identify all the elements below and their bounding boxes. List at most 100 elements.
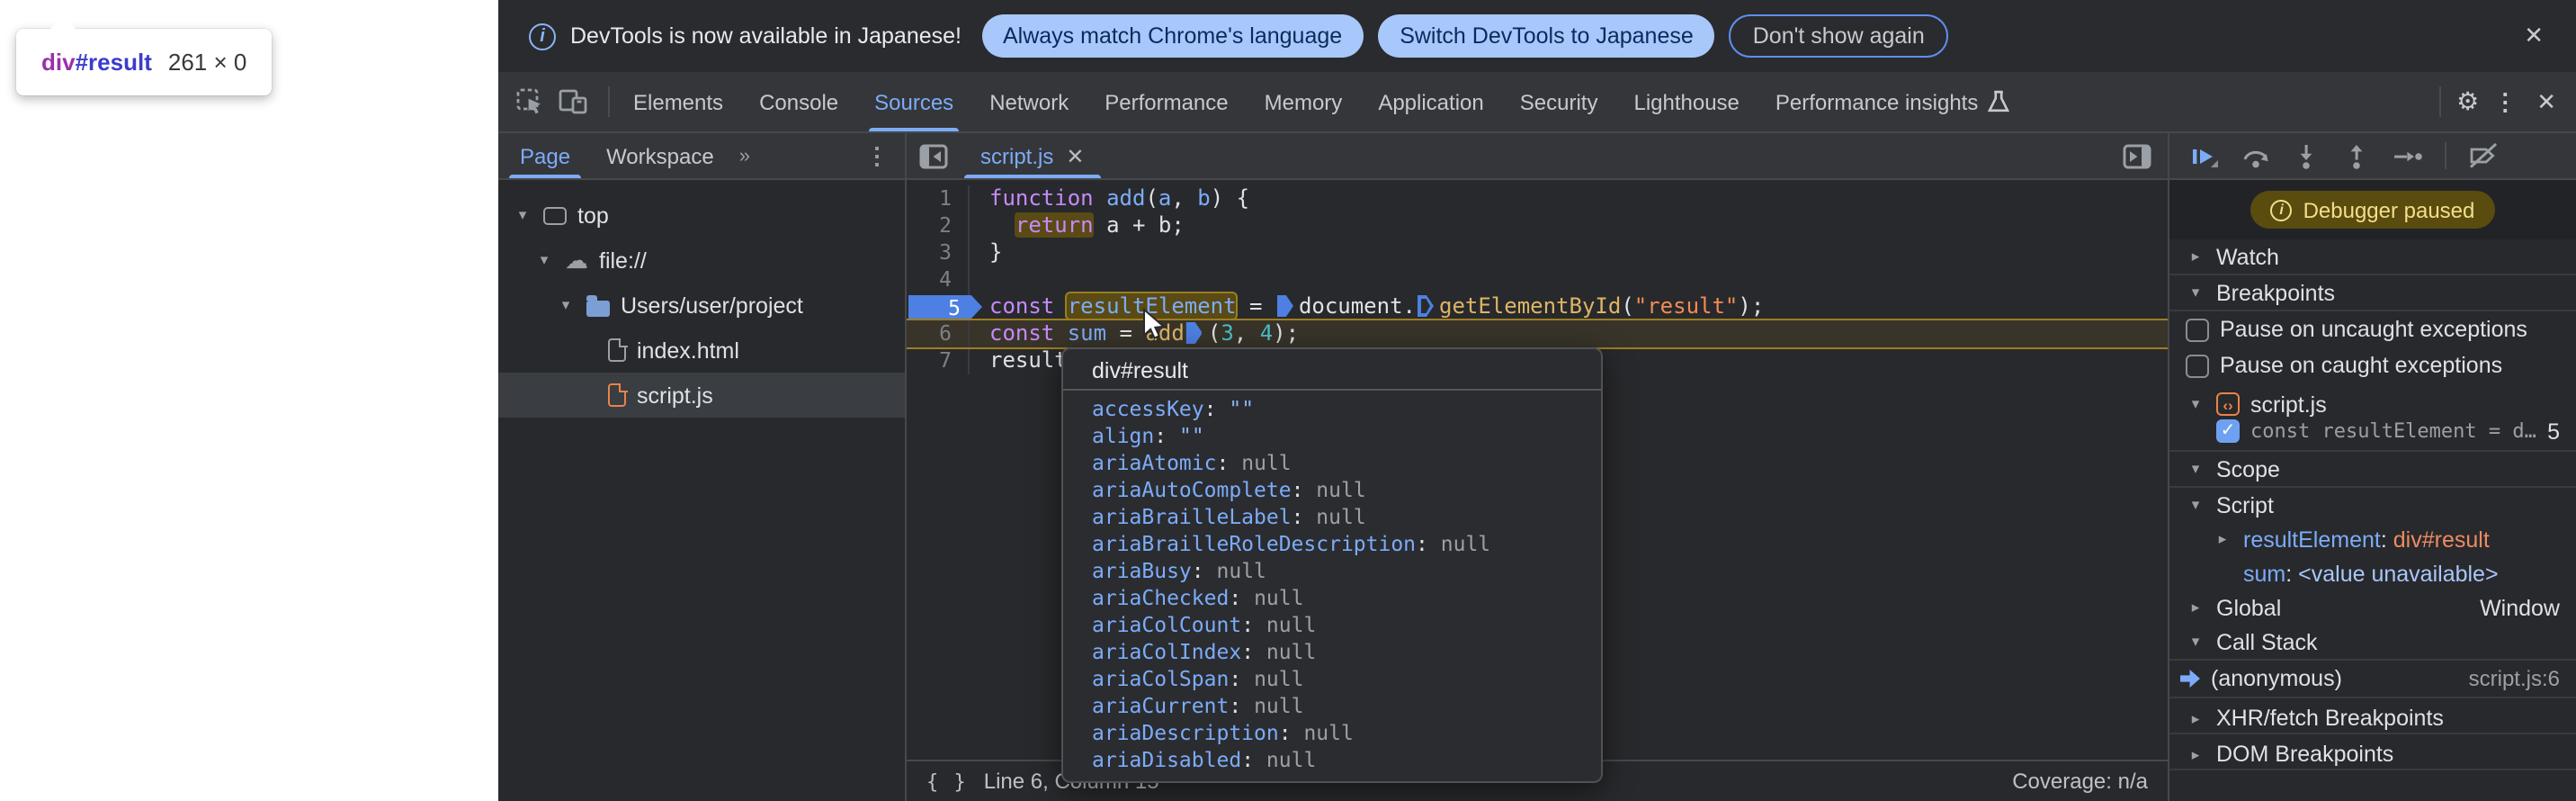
call-stack-frame[interactable]: (anonymous)script.js:6 (2169, 661, 2576, 698)
deactivate-breakpoints-icon[interactable] (2468, 142, 2499, 169)
devtools-window: i DevTools is now available in Japanese!… (498, 0, 2576, 801)
popup-property-row: ariaColCount: null (1063, 612, 1601, 639)
step-into-icon[interactable] (2292, 143, 2321, 168)
tab-elements[interactable]: Elements (615, 72, 741, 131)
property-colon: : (1292, 504, 1317, 529)
property-colon: : (1241, 747, 1266, 772)
section-dom-breakpoints[interactable]: ▸DOM Breakpoints (2169, 734, 2576, 770)
tab-memory[interactable]: Memory (1247, 72, 1361, 131)
code-token: ( (1208, 320, 1221, 346)
tab-workspace[interactable]: Workspace (588, 133, 732, 178)
collapse-left-panel-icon[interactable] (907, 143, 961, 168)
property-colon: : (1279, 720, 1304, 745)
tree-item-users-user-project[interactable]: ▾Users/user/project (498, 283, 905, 328)
line-gutter-1[interactable]: 1 (907, 185, 968, 212)
twisty-icon: ▾ (2186, 459, 2205, 479)
scope-row-Script[interactable]: ▾Script (2169, 488, 2576, 522)
toolbar-left-icons (498, 88, 603, 115)
device-toolbar-icon[interactable] (558, 88, 588, 115)
property-name: align (1092, 423, 1154, 448)
code-token: 3 (1221, 320, 1233, 346)
breakpoint-entry[interactable]: ✓const resultElement = doc⋯5 (2169, 418, 2576, 452)
line-gutter-2[interactable]: 2 (907, 212, 968, 239)
notification-button-2[interactable]: Don't show again (1730, 14, 1948, 58)
tab-page[interactable]: Page (502, 133, 588, 178)
notification-button-0[interactable]: Always match Chrome's language (981, 14, 1364, 58)
tab-security[interactable]: Security (1502, 72, 1616, 131)
checkbox[interactable] (2186, 354, 2209, 377)
tab-console[interactable]: Console (741, 72, 856, 131)
section-call-stack[interactable]: ▾Call Stack (2169, 625, 2576, 661)
editor-pane: script.js ✕ 1function add(a, b) {2 retur… (907, 133, 2168, 801)
scope-group-label: Script (2216, 492, 2274, 518)
tab-lighthouse[interactable]: Lighthouse (1615, 72, 1757, 131)
section-scope[interactable]: ▾Scope (2169, 452, 2576, 488)
property-value: null (1254, 693, 1303, 718)
pretty-print-icon[interactable]: { } (926, 770, 968, 793)
tree-item-file-[interactable]: ▾☁file:// (498, 238, 905, 283)
cloud-icon: ☁ (565, 251, 588, 269)
tab-label: Security (1520, 89, 1598, 114)
pause-toggle-1[interactable]: Pause on caught exceptions (2169, 347, 2576, 383)
devtools-close-icon[interactable]: ✕ (2531, 87, 2562, 116)
line-gutter-5[interactable]: 5 (907, 293, 968, 320)
navigator-menu-icon[interactable]: ⋮ (849, 141, 905, 170)
section-xhr-breakpoints[interactable]: ▸XHR/fetch Breakpoints (2169, 698, 2576, 734)
tab-overflow-icon[interactable]: » (732, 145, 759, 166)
resume-script-icon[interactable] (2189, 143, 2220, 168)
popup-property-row: align: "" (1063, 423, 1601, 450)
code-token: a (1158, 185, 1171, 211)
inspect-element-icon[interactable] (516, 88, 545, 115)
settings-gear-icon[interactable]: ⚙ (2456, 86, 2479, 117)
twisty-icon: ▾ (2186, 632, 2205, 652)
toolbar-separator (2438, 86, 2440, 117)
section-breakpoints[interactable]: ▾Breakpoints (2169, 275, 2576, 311)
breakpoint-marker[interactable]: 5 (908, 294, 982, 320)
inline-breakpoint-icon[interactable] (1277, 295, 1293, 317)
tree-item-top[interactable]: ▾top (498, 193, 905, 238)
code-line-3: 3} (907, 239, 2168, 266)
scope-row-sum[interactable]: sum: <value unavailable> (2169, 556, 2576, 590)
popup-title: div#result (1063, 349, 1601, 389)
frame-name: (anonymous) (2211, 666, 2342, 691)
checkbox[interactable] (2186, 318, 2209, 341)
code-token: function (989, 185, 1094, 211)
inline-breakpoint-icon[interactable] (1186, 322, 1203, 344)
step-icon[interactable] (2393, 143, 2423, 168)
line-gutter-6[interactable]: 6 (907, 320, 968, 347)
tab-application[interactable]: Application (1360, 72, 1501, 131)
line-gutter-4[interactable]: 4 (907, 266, 968, 293)
inline-breakpoint-icon[interactable] (1418, 295, 1434, 317)
twisty-icon: ▾ (2186, 283, 2205, 302)
inspected-page: div#result 261 × 0 (0, 0, 498, 801)
code-line-4: 4 (907, 266, 2168, 293)
tab-performance-insights[interactable]: Performance insights (1758, 72, 2026, 131)
tree-item-script-js[interactable]: script.js (498, 373, 905, 418)
tab-performance[interactable]: Performance (1087, 72, 1246, 131)
more-options-icon[interactable]: ⋮ (2490, 87, 2520, 116)
step-over-icon[interactable] (2241, 143, 2270, 168)
twisty-icon: ▸ (2186, 247, 2205, 266)
scope-row-Global[interactable]: ▸GlobalWindow (2169, 590, 2576, 625)
notification-close-icon[interactable]: ✕ (2509, 22, 2558, 50)
pause-toggle-0[interactable]: Pause on uncaught exceptions (2169, 311, 2576, 347)
breakpoint-code: const resultElement = doc⋯ (2250, 419, 2536, 443)
tab-network[interactable]: Network (971, 72, 1087, 131)
script-file-icon: ‹› (2216, 392, 2240, 416)
tab-sources[interactable]: Sources (856, 72, 971, 131)
element-size-tooltip: div#result 261 × 0 (16, 29, 272, 95)
tab-close-icon[interactable]: ✕ (1066, 143, 1084, 168)
breakpoint-file-group[interactable]: ▾‹›script.js (2169, 383, 2576, 418)
editor-tab-scriptjs[interactable]: script.js ✕ (961, 133, 1104, 178)
property-name: ariaBusy (1092, 558, 1192, 583)
code-line-5: 5const resultElement = document.getEleme… (907, 293, 2168, 320)
notification-button-1[interactable]: Switch DevTools to Japanese (1378, 14, 1715, 58)
line-gutter-7[interactable]: 7 (907, 347, 968, 374)
line-gutter-3[interactable]: 3 (907, 239, 968, 266)
tree-item-index-html[interactable]: index.html (498, 328, 905, 373)
section-watch[interactable]: ▸Watch (2169, 239, 2576, 275)
open-right-panel-icon[interactable] (2123, 143, 2168, 168)
step-out-icon[interactable] (2342, 143, 2371, 168)
scope-row-resultElement[interactable]: ▸resultElement: div#result (2169, 522, 2576, 556)
breakpoint-checkbox[interactable]: ✓ (2216, 419, 2240, 443)
